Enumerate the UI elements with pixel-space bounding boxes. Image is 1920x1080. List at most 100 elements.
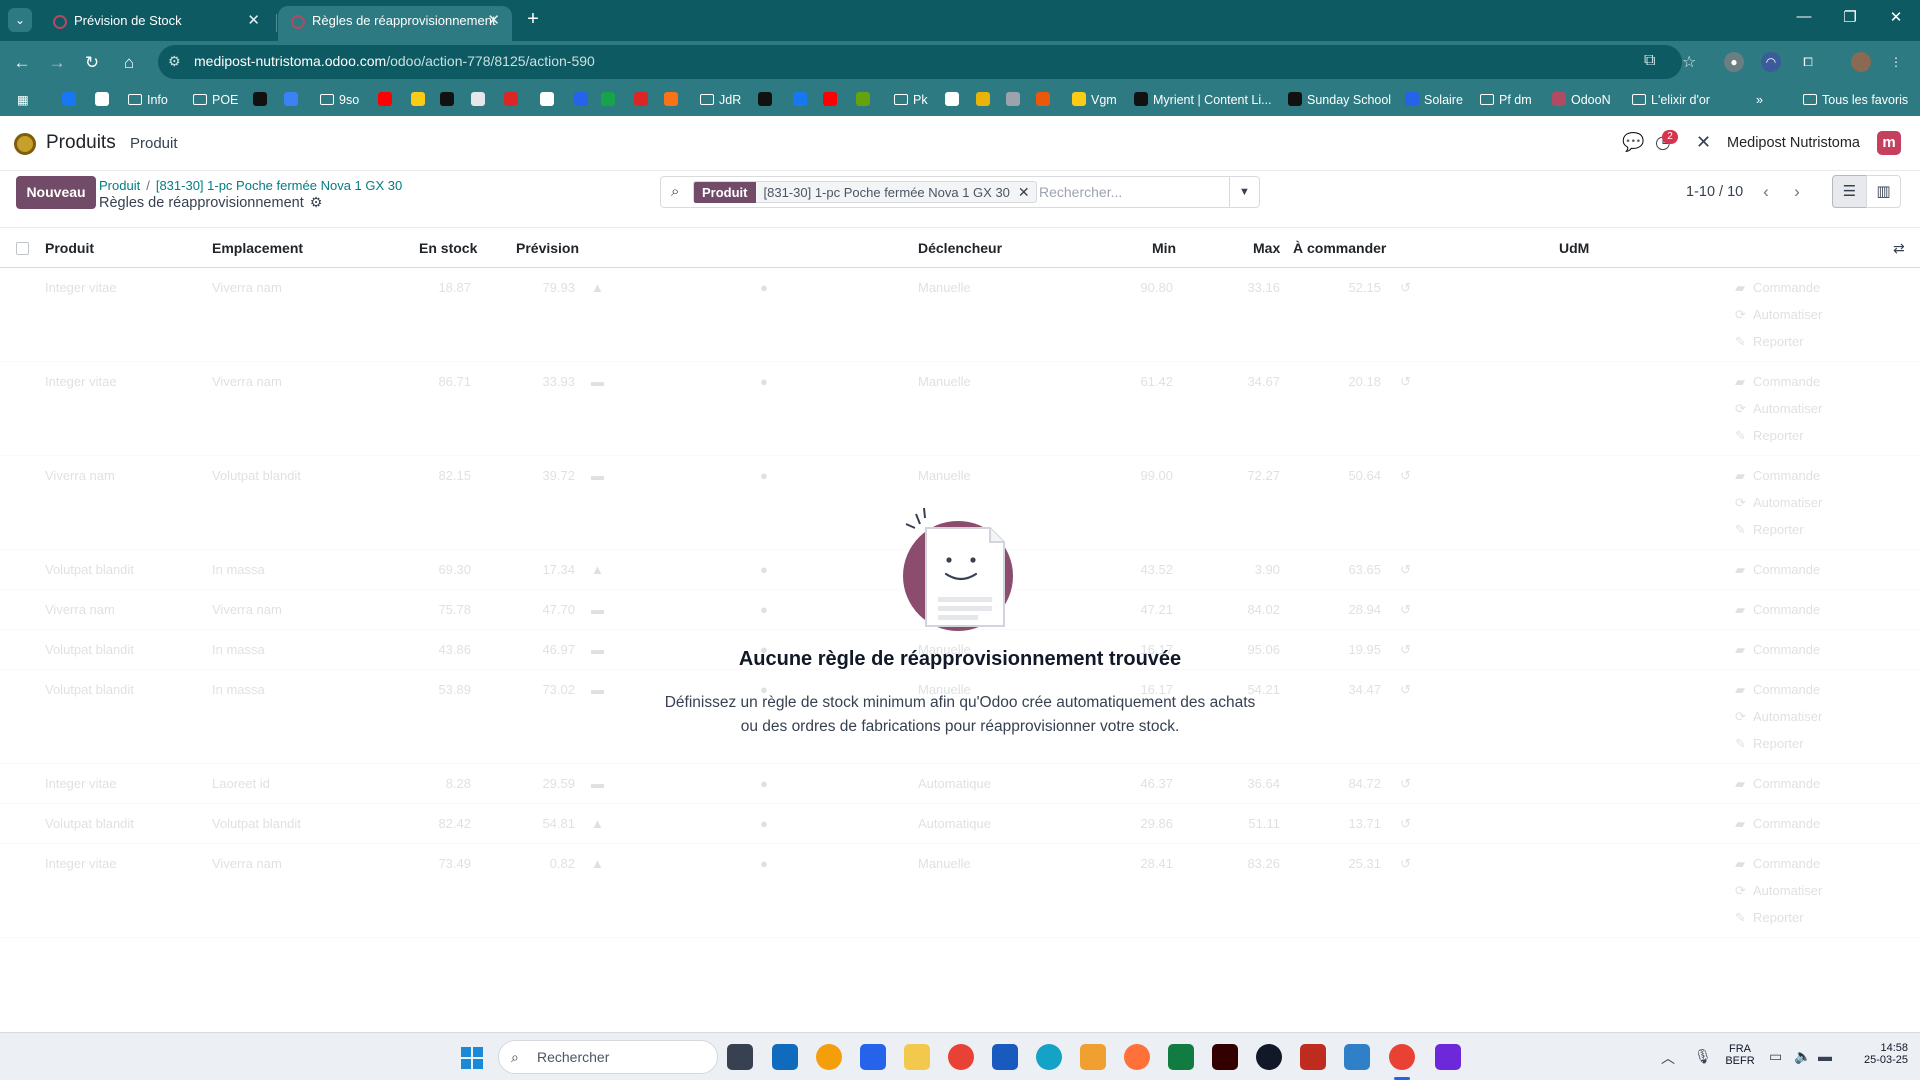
browser-tab-reappro[interactable]: Règles de réapprovisionnement ✕ [278, 6, 512, 41]
reload-icon[interactable]: ↻ [79, 50, 105, 76]
bookmark-item[interactable]: Sunday School [1288, 91, 1391, 109]
bookmark-item[interactable] [823, 91, 842, 109]
pager-next-icon[interactable]: › [1782, 178, 1812, 206]
column-header[interactable]: Déclencheur [918, 240, 1002, 256]
optional-columns-icon[interactable]: ⇄ [1893, 240, 1905, 257]
column-header[interactable]: À commander [1293, 240, 1386, 256]
bookmark-item[interactable] [758, 91, 777, 109]
bookmark-item[interactable]: Vgm [1072, 91, 1117, 109]
chrome-active-icon[interactable] [1389, 1044, 1415, 1070]
forward-icon[interactable]: → [44, 50, 70, 76]
network-icon[interactable]: ▭ [1769, 1048, 1782, 1065]
bookmarks-overflow-icon[interactable]: » [1756, 91, 1763, 109]
bookmark-item[interactable] [440, 91, 459, 109]
minimize-icon[interactable]: — [1784, 8, 1824, 25]
address-bar[interactable]: ⚙ medipost-nutristoma.odoo.com/odoo/acti… [158, 45, 1696, 79]
breadcrumb-item[interactable]: Produit [99, 178, 140, 193]
search-icon[interactable]: ⌕ [671, 183, 679, 200]
facet-remove-icon[interactable]: ✕ [1018, 182, 1036, 203]
windows-start-icon[interactable] [460, 1046, 484, 1070]
restore-icon[interactable]: ❐ [1830, 8, 1870, 26]
select-all-checkbox[interactable] [16, 242, 29, 255]
column-header[interactable]: Min [1152, 240, 1176, 256]
new-button[interactable]: Nouveau [16, 176, 96, 209]
bookmark-item[interactable] [378, 91, 397, 109]
app-icon[interactable] [1344, 1044, 1370, 1070]
bookmark-item[interactable]: 9so [320, 91, 359, 109]
bookmark-item[interactable] [253, 91, 272, 109]
chatgpt-icon[interactable] [1256, 1044, 1282, 1070]
tab-search-button[interactable]: ⌄ [8, 8, 32, 32]
chrome-menu-icon[interactable]: ⋮ [1886, 52, 1906, 72]
microphone-icon[interactable]: 🎙 [1694, 1048, 1712, 1065]
tray-chevron-icon[interactable]: ︿ [1661, 1048, 1675, 1068]
bookmark-item[interactable] [601, 91, 620, 109]
bookmark-item[interactable]: L'elixir d'or [1632, 91, 1710, 109]
clock[interactable]: 14:58 25-03-25 [1846, 1042, 1908, 1066]
bookmark-item[interactable] [634, 91, 653, 109]
apps-grid-icon[interactable]: ▦ [17, 91, 29, 109]
word-icon[interactable] [992, 1044, 1018, 1070]
extensions-puzzle-icon[interactable]: ⧠ [1798, 52, 1818, 72]
company-switcher[interactable]: Medipost Nutristoma [1727, 135, 1860, 151]
breadcrumb-item[interactable]: [831-30] 1-pc Poche fermée Nova 1 GX 30 [156, 178, 402, 193]
column-header[interactable]: Emplacement [212, 240, 303, 256]
taskbar-search[interactable]: ⌕ Rechercher [498, 1040, 718, 1074]
file-explorer-icon[interactable] [904, 1044, 930, 1070]
bookmark-item[interactable] [540, 91, 559, 109]
bookmark-item[interactable] [664, 91, 683, 109]
excel-icon[interactable] [1168, 1044, 1194, 1070]
store-icon[interactable] [860, 1044, 886, 1070]
bookmark-item[interactable] [976, 91, 995, 109]
user-avatar[interactable]: m [1877, 131, 1901, 155]
all-bookmarks[interactable]: Tous les favoris [1803, 91, 1908, 109]
new-tab-button[interactable]: + [520, 6, 546, 32]
edge-icon[interactable] [1036, 1044, 1062, 1070]
tab-close-icon[interactable]: ✕ [487, 6, 500, 36]
bookmark-item[interactable]: Myrient | Content Li... [1134, 91, 1272, 109]
search-app-icon[interactable] [816, 1044, 842, 1070]
bookmark-item[interactable] [945, 91, 964, 109]
bookmark-item[interactable]: Pk [894, 91, 928, 109]
bookmark-item[interactable] [574, 91, 593, 109]
bookmark-item[interactable]: Solaire [1405, 91, 1463, 109]
menu-produit[interactable]: Produit [130, 135, 178, 152]
volume-icon[interactable]: 🔈 [1794, 1048, 1811, 1065]
profile-avatar[interactable] [1851, 52, 1871, 72]
discuss-icon[interactable]: 💬 [1622, 132, 1644, 153]
bookmark-item[interactable]: OdooN [1552, 91, 1611, 109]
bookmark-item[interactable] [504, 91, 523, 109]
app-name[interactable]: Produits [46, 132, 116, 154]
column-header[interactable]: Produit [45, 240, 94, 256]
pager-value[interactable]: 1-10 / 10 [1686, 184, 1743, 200]
bookmark-item[interactable]: JdR [700, 91, 741, 109]
search-input[interactable] [1039, 182, 1229, 202]
bookmark-item[interactable] [1006, 91, 1025, 109]
battery-icon[interactable]: ▬ [1818, 1048, 1832, 1064]
bookmark-item[interactable]: POE [193, 91, 238, 109]
extension-icon[interactable]: ● [1724, 52, 1744, 72]
app-icon[interactable] [1435, 1044, 1461, 1070]
back-icon[interactable]: ← [9, 50, 35, 76]
bookmark-item[interactable] [1036, 91, 1055, 109]
bookmark-item[interactable] [471, 91, 490, 109]
filezilla-icon[interactable] [1300, 1044, 1326, 1070]
extension-icon[interactable]: ◠ [1761, 52, 1781, 72]
bookmark-item[interactable] [62, 91, 81, 109]
gear-icon[interactable]: ⚙ [310, 194, 323, 210]
bookmark-item[interactable] [793, 91, 812, 109]
column-header[interactable]: Max [1253, 240, 1280, 256]
sublime-icon[interactable] [1080, 1044, 1106, 1070]
tools-icon[interactable]: ✕ [1696, 132, 1711, 153]
bookmark-item[interactable]: Pf dm [1480, 91, 1532, 109]
cast-icon[interactable]: ⧉ [1644, 52, 1655, 70]
tab-close-icon[interactable]: ✕ [247, 6, 260, 36]
pager-previous-icon[interactable]: ‹ [1751, 178, 1781, 206]
chrome-icon[interactable] [948, 1044, 974, 1070]
column-header[interactable]: UdM [1559, 240, 1589, 256]
firefox-icon[interactable] [1124, 1044, 1150, 1070]
bookmark-item[interactable] [95, 91, 114, 109]
language-indicator[interactable]: FRA BEFR [1722, 1043, 1758, 1067]
list-view-icon[interactable]: ☰ [1832, 175, 1867, 208]
bookmark-star-icon[interactable]: ☆ [1682, 52, 1696, 72]
